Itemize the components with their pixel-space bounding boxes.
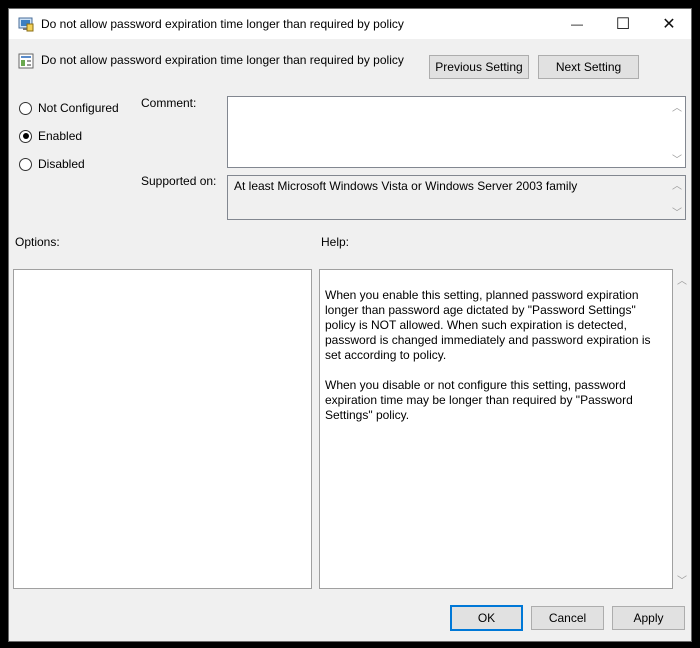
radio-not-configured[interactable]: Not Configured — [19, 100, 119, 116]
scroll-down-icon[interactable]: ﹀ — [669, 204, 685, 219]
radio-button-disabled[interactable] — [19, 157, 32, 171]
minimize-button[interactable]: — — [554, 9, 600, 39]
scroll-down-icon[interactable]: ﹀ — [674, 572, 690, 587]
maximize-icon: ☐ — [615, 16, 631, 33]
title-bar[interactable]: Do not allow password expiration time lo… — [9, 9, 691, 39]
close-icon: ✕ — [662, 16, 676, 33]
supported-on-field: At least Microsoft Windows Vista or Wind… — [227, 175, 686, 220]
help-scrollbar[interactable]: ︿ ﹀ — [674, 269, 690, 589]
next-setting-label: Next Setting — [555, 60, 622, 74]
setting-icon — [18, 53, 34, 69]
radio-label-disabled: Disabled — [38, 157, 85, 171]
radio-button-enabled[interactable] — [19, 129, 32, 143]
ok-button[interactable]: OK — [450, 605, 523, 631]
policy-window-icon — [18, 17, 34, 32]
apply-button[interactable]: Apply — [612, 606, 685, 630]
close-button[interactable]: ✕ — [646, 9, 692, 39]
comment-scrollbar[interactable]: ︿ ﹀ — [669, 97, 685, 167]
scroll-up-icon[interactable]: ︿ — [669, 177, 685, 192]
policy-dialog: Do not allow password expiration time lo… — [8, 8, 692, 642]
help-paragraph: When you enable this setting, planned pa… — [325, 288, 651, 362]
comment-textarea[interactable]: ︿ ﹀ — [227, 96, 686, 168]
help-pane: When you enable this setting, planned pa… — [319, 269, 673, 589]
supported-on-label: Supported on: — [141, 174, 217, 188]
supported-on-value: At least Microsoft Windows Vista or Wind… — [234, 179, 578, 193]
setting-name: Do not allow password expiration time lo… — [41, 53, 404, 67]
cancel-label: Cancel — [548, 611, 587, 625]
help-label: Help: — [321, 235, 350, 249]
previous-setting-button[interactable]: Previous Setting — [429, 55, 529, 79]
radio-label-enabled: Enabled — [38, 129, 83, 143]
comment-label: Comment: — [141, 96, 197, 110]
scroll-up-icon[interactable]: ︿ — [674, 272, 690, 287]
radio-disabled[interactable]: Disabled — [19, 156, 85, 172]
radio-enabled[interactable]: Enabled — [19, 128, 82, 144]
radio-button-not-configured[interactable] — [19, 101, 32, 115]
next-setting-button[interactable]: Next Setting — [538, 55, 639, 79]
supported-scrollbar[interactable]: ︿ ﹀ — [669, 176, 685, 219]
previous-setting-label: Previous Setting — [435, 60, 523, 74]
minimize-icon: — — [571, 17, 583, 31]
options-pane — [13, 269, 312, 589]
radio-label-not-configured: Not Configured — [38, 101, 119, 115]
window-title: Do not allow password expiration time lo… — [41, 17, 404, 31]
apply-label: Apply — [633, 611, 664, 625]
help-text: When you enable this setting, planned pa… — [325, 288, 668, 438]
scroll-down-icon[interactable]: ﹀ — [669, 151, 685, 166]
maximize-button[interactable]: ☐ — [600, 9, 646, 39]
help-paragraph: When you disable or not configure this s… — [325, 378, 633, 422]
scroll-up-icon[interactable]: ︿ — [669, 99, 685, 114]
cancel-button[interactable]: Cancel — [531, 606, 604, 630]
ok-label: OK — [477, 611, 496, 625]
options-label: Options: — [15, 235, 60, 249]
